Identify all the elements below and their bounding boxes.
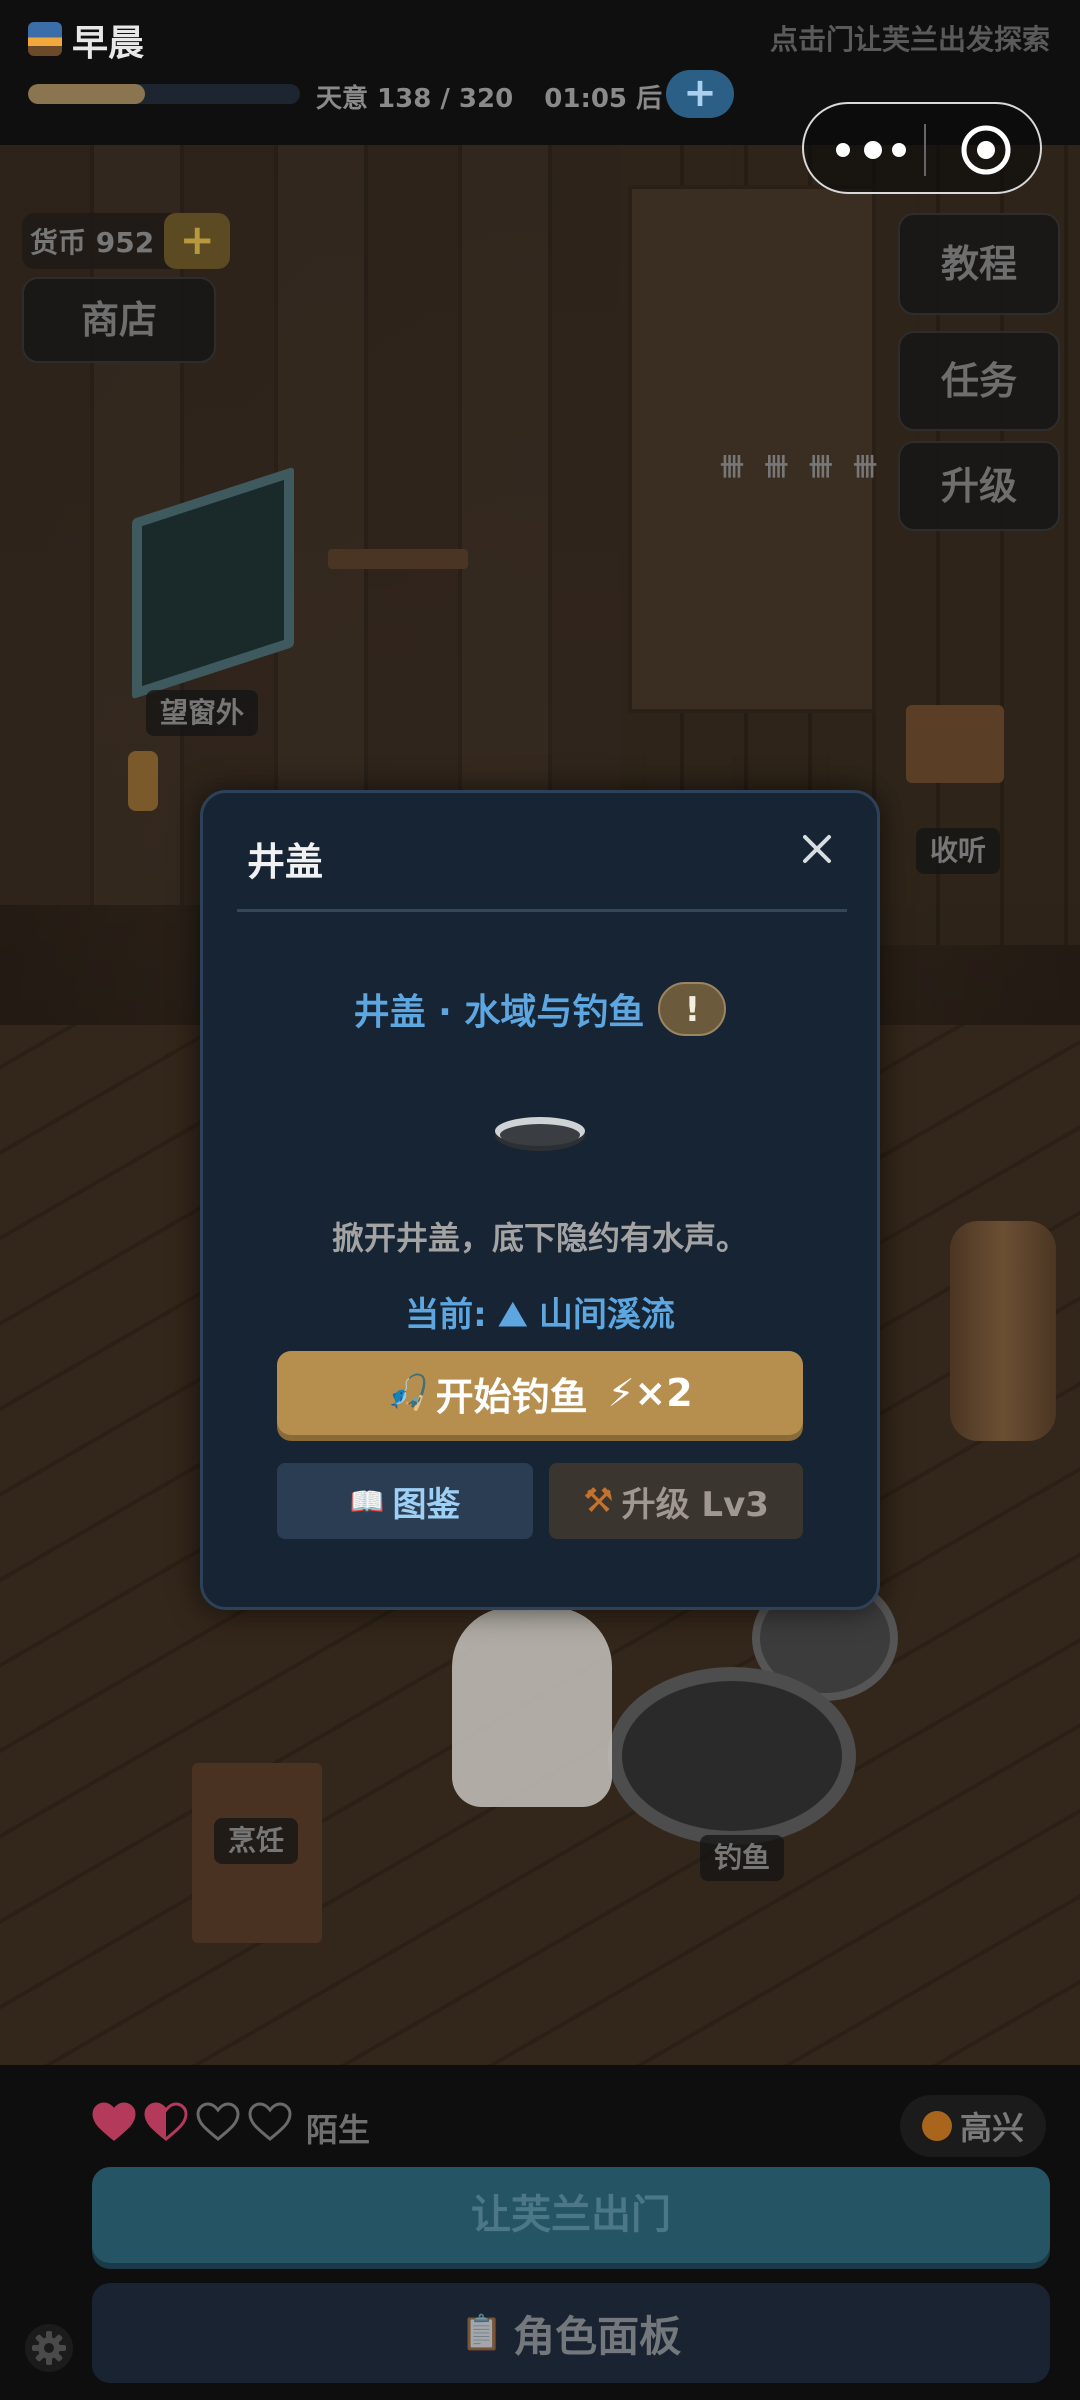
heart-icon	[144, 2102, 188, 2141]
currency-display: 货币 952 +	[22, 213, 231, 269]
manhole-lid-icon	[495, 1117, 585, 1151]
dialog-title: 井盖	[247, 840, 324, 884]
gear-icon[interactable]	[24, 2323, 74, 2373]
mood-label: 高兴	[959, 2109, 1024, 2147]
dialog-divider	[237, 909, 847, 912]
mood-badge: 高兴	[899, 2095, 1046, 2157]
character-furan	[452, 1607, 612, 1807]
book-icon: 📖	[349, 1484, 385, 1518]
stamina-bar	[28, 84, 300, 104]
dialog-subtitle-row: 井盖 · 水域与钓鱼 !	[203, 979, 877, 1039]
sunrise-icon	[28, 22, 62, 56]
smile-icon	[921, 2111, 952, 2141]
bottom-panel: 陌生 高兴 让芙兰出门 📋 角色面板	[0, 2065, 1080, 2400]
miniprogram-capsule	[802, 102, 1042, 194]
start-fishing-label: 开始钓鱼	[435, 1374, 588, 1419]
upgrade-lv-button[interactable]: ⚒ 升级 Lv3	[549, 1463, 803, 1539]
alert-badge[interactable]: !	[658, 982, 727, 1036]
shop-button[interactable]: 商店	[22, 277, 216, 363]
fishing-rod-icon: 🎣	[387, 1373, 430, 1413]
start-fishing-button[interactable]: 🎣 开始钓鱼 ⚡×2	[277, 1351, 803, 1435]
character-panel-label: 角色面板	[513, 2311, 682, 2361]
upgrade-lv-label: 升级 Lv3	[621, 1484, 769, 1525]
stamina-bar-fill	[28, 84, 145, 104]
cook-label[interactable]: 烹饪	[214, 1818, 299, 1864]
manhole[interactable]	[608, 1667, 856, 1845]
dialog-description: 掀开井盖，底下隐约有水声。	[331, 1219, 748, 1257]
lantern	[128, 751, 158, 811]
close-miniprogram-icon[interactable]	[960, 124, 1012, 176]
hammer-pick-icon: ⚒	[583, 1481, 614, 1521]
close-icon[interactable]	[797, 829, 837, 869]
go-out-button[interactable]: 让芙兰出门	[92, 2167, 1050, 2263]
guide-label: 图鉴	[392, 1484, 461, 1525]
tasks-button[interactable]: 任务	[898, 331, 1060, 431]
listen-label[interactable]: 收听	[916, 828, 1001, 874]
dialog-subtitle: 井盖 · 水域与钓鱼	[353, 992, 645, 1033]
add-currency-button[interactable]: +	[164, 213, 231, 269]
upgrade-button[interactable]: 升级	[898, 441, 1060, 531]
tally-marks: 卌 卌 卌 卌	[720, 453, 884, 481]
current-location: 当前: ⛰ 山间溪流	[405, 1295, 675, 1335]
tutorial-button[interactable]: 教程	[898, 213, 1060, 315]
heart-icon	[92, 2102, 136, 2141]
clipboard-icon: 📋	[460, 2313, 504, 2353]
barrel	[950, 1221, 1056, 1441]
capsule-divider	[924, 124, 926, 176]
character-panel-button[interactable]: 📋 角色面板	[92, 2283, 1050, 2383]
heart-icon	[196, 2102, 240, 2141]
energy-cost: ⚡×2	[607, 1371, 693, 1415]
fish-label[interactable]: 钓鱼	[700, 1835, 785, 1881]
stamina-readout: 天意 138 / 320 01:05 后 +1	[316, 78, 711, 115]
manhole-dialog: 井盖 井盖 · 水域与钓鱼 ! 掀开井盖，底下隐约有水声。 当前: ⛰ 山间溪流…	[200, 790, 880, 1610]
relationship-status: 陌生	[306, 2111, 371, 2149]
hint-text: 点击门让芙兰出发探索	[769, 23, 1050, 56]
guide-button[interactable]: 📖 图鉴	[277, 1463, 533, 1539]
stamina-label: 天意 138 / 320	[316, 84, 514, 114]
currency-amount: 货币 952	[30, 226, 155, 259]
time-of-day: 早晨	[72, 23, 145, 64]
wall-hooks	[328, 549, 468, 569]
heart-icon	[248, 2102, 292, 2141]
affection-hearts	[92, 2101, 292, 2143]
more-menu-icon[interactable]	[836, 130, 920, 170]
add-stamina-button[interactable]: +	[666, 70, 734, 118]
window-label[interactable]: 望窗外	[146, 690, 259, 736]
radio[interactable]	[906, 705, 1004, 783]
